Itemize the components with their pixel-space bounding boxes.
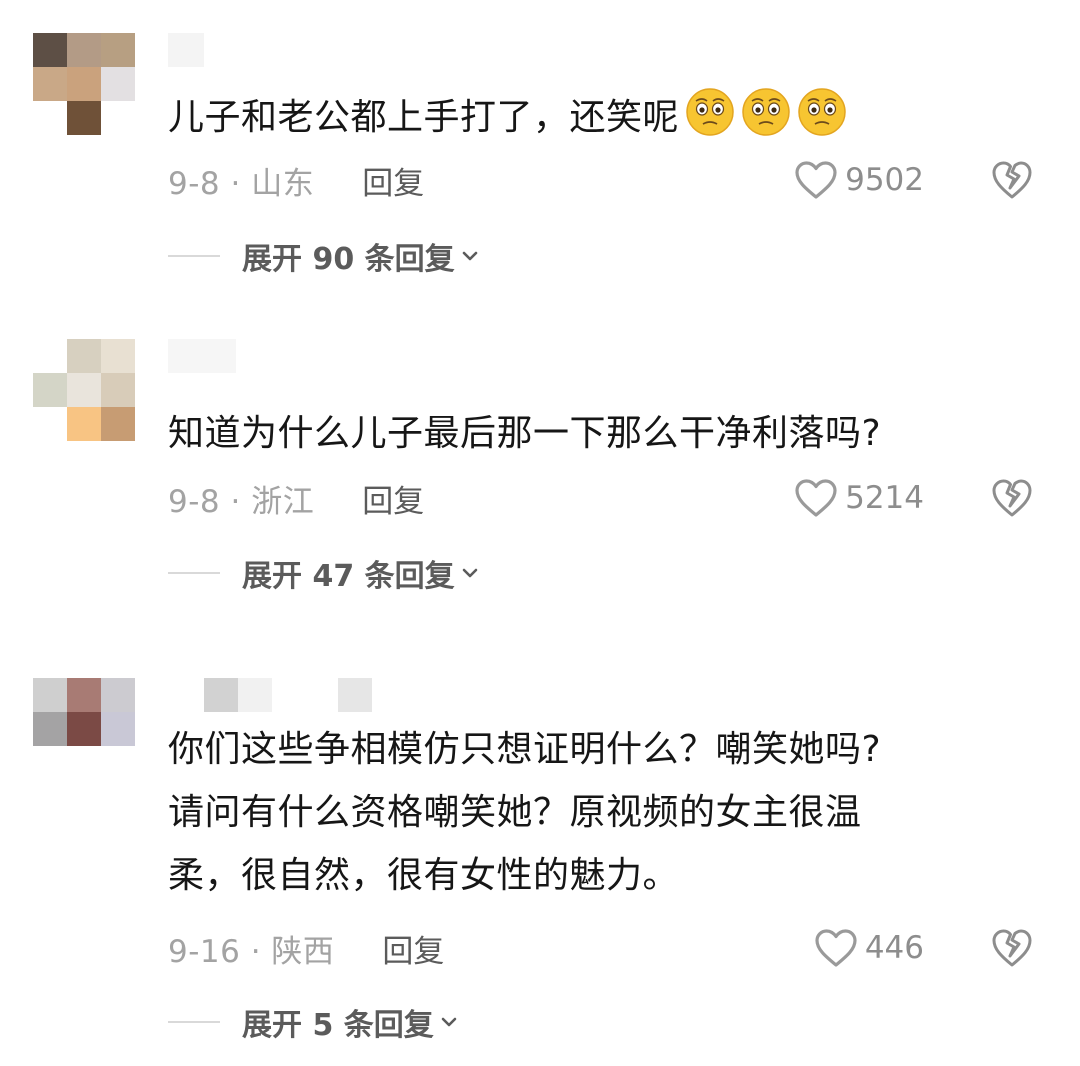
pleading-face-icon xyxy=(685,87,735,137)
date-region: 9-8 · 浙江 xyxy=(168,483,315,520)
comment-text: 你们这些争相模仿只想证明什么？嘲笑她吗? 请问有什么资格嘲笑她？原视频的女主很温… xyxy=(168,718,1020,907)
broken-heart-icon xyxy=(992,929,1032,967)
expand-replies-button[interactable]: 展开 5 条回复 xyxy=(168,1000,460,1044)
dislike-button[interactable] xyxy=(990,158,1034,202)
divider-line xyxy=(168,572,220,574)
reply-button[interactable]: 回复 xyxy=(382,926,444,971)
pleading-face-icon xyxy=(741,87,791,137)
chevron-down-icon xyxy=(441,1017,457,1027)
expand-replies-button[interactable]: 展开 90 条回复 xyxy=(168,234,481,278)
expand-replies-label: 展开 5 条回复 xyxy=(242,1008,434,1043)
like-button[interactable]: 9502 xyxy=(793,158,924,202)
like-count: 446 xyxy=(864,930,924,966)
pleading-face-icon xyxy=(797,87,847,137)
comment-meta: 9-16 · 陕西 回复 xyxy=(168,926,444,970)
avatar[interactable] xyxy=(33,678,135,780)
date-region: 9-8 · 山东 xyxy=(168,165,315,202)
like-count: 9502 xyxy=(845,162,924,198)
heart-outline-icon xyxy=(795,479,837,517)
like-button[interactable]: 5214 xyxy=(793,476,924,520)
heart-outline-icon xyxy=(815,929,857,967)
chevron-down-icon xyxy=(462,251,477,261)
divider-line xyxy=(168,255,220,257)
reply-button[interactable]: 回复 xyxy=(362,158,424,203)
expand-replies-button[interactable]: 展开 47 条回复 xyxy=(168,551,481,595)
heart-outline-icon xyxy=(795,161,837,199)
divider-line xyxy=(168,1021,220,1023)
comment-text-content: 你们这些争相模仿只想证明什么？嘲笑她吗? 请问有什么资格嘲笑她？原视频的女主很温… xyxy=(168,729,882,896)
comment-text: 知道为什么儿子最后那一下那么干净利落吗? xyxy=(168,402,1020,465)
like-button[interactable]: 446 xyxy=(813,926,924,970)
avatar[interactable] xyxy=(33,33,135,135)
chevron-down-icon xyxy=(462,568,477,578)
broken-heart-icon xyxy=(992,479,1032,517)
username-blurred[interactable] xyxy=(168,33,204,67)
comment-meta: 9-8 · 浙江 回复 xyxy=(168,476,424,520)
username-blurred[interactable] xyxy=(168,678,372,712)
dislike-button[interactable] xyxy=(990,476,1034,520)
avatar[interactable] xyxy=(33,339,135,441)
broken-heart-icon xyxy=(992,161,1032,199)
comment-text-content: 儿子和老公都上手打了，还笑呢 xyxy=(168,97,680,138)
comment-text: 儿子和老公都上手打了，还笑呢 xyxy=(168,86,1020,149)
comment-meta: 9-8 · 山东 回复 xyxy=(168,158,424,202)
like-count: 5214 xyxy=(845,480,924,516)
reply-button[interactable]: 回复 xyxy=(362,476,424,521)
username-blurred[interactable] xyxy=(168,339,236,373)
expand-replies-label: 展开 90 条回复 xyxy=(242,242,455,277)
comment-text-content: 知道为什么儿子最后那一下那么干净利落吗? xyxy=(168,413,882,454)
expand-replies-label: 展开 47 条回复 xyxy=(242,559,455,594)
date-region: 9-16 · 陕西 xyxy=(168,933,335,970)
dislike-button[interactable] xyxy=(990,926,1034,970)
